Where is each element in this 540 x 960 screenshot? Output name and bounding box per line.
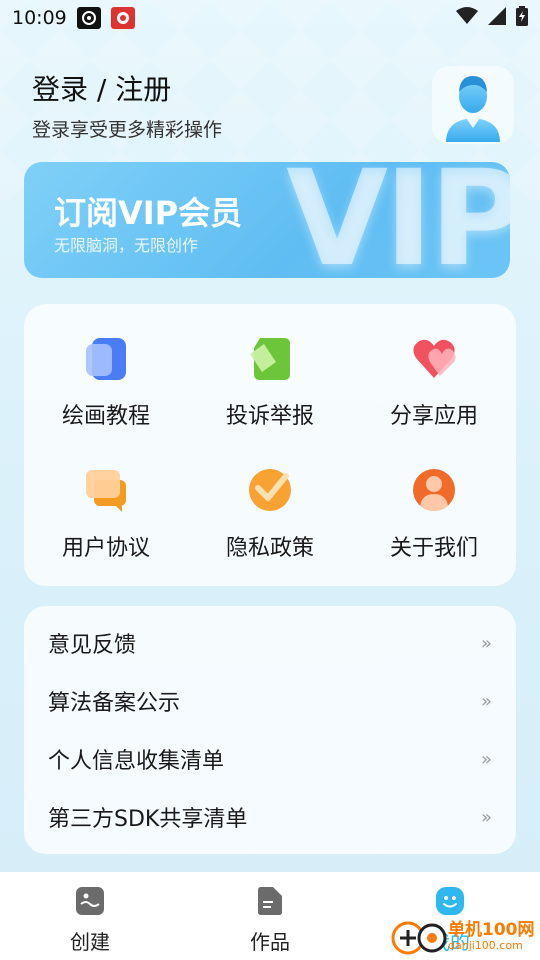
grid-item-label: 分享应用 [389, 404, 478, 429]
list-item-label: 第三方SDK共享清单 [48, 807, 248, 832]
list-item-third-party-sdk[interactable]: 第三方SDK共享清单 » [24, 788, 516, 846]
nav-label: 作品 [250, 930, 290, 954]
vip-decoration-text: VIP [286, 162, 510, 278]
notification-app-icon-2 [110, 7, 135, 29]
list-item-feedback[interactable]: 意见反馈 » [24, 614, 516, 672]
status-time: 10:09 [12, 7, 67, 29]
list-item-personal-info-list[interactable]: 个人信息收集清单 » [24, 730, 516, 788]
battery-icon [516, 6, 528, 30]
list-item-label: 意见反馈 [48, 633, 137, 658]
site-watermark: 单机100网 danji100.com [390, 912, 540, 960]
grid-item-user-agreement[interactable]: 用户协议 [24, 436, 188, 561]
grid-item-report[interactable]: 投诉举报 [188, 304, 352, 429]
chat-icon [82, 466, 130, 514]
heart-icon [410, 334, 458, 382]
avatar[interactable] [432, 66, 514, 144]
grid-item-privacy-policy[interactable]: 隐私政策 [188, 436, 352, 561]
status-bar: 10:09 [0, 0, 540, 36]
grid-item-label: 隐私政策 [225, 536, 314, 561]
grid-item-label: 关于我们 [389, 536, 478, 561]
watermark-url: danji100.com [448, 938, 523, 952]
watermark-logo-icon [391, 921, 447, 955]
chevron-right-icon: » [480, 690, 492, 712]
check-icon [246, 466, 294, 514]
chevron-right-icon: » [480, 806, 492, 828]
list-item-label: 个人信息收集清单 [48, 749, 225, 774]
flag-icon [246, 334, 294, 382]
feature-grid: 绘画教程 投诉举报 分享应用 用户协议 隐私政策 关于我们 [24, 304, 516, 586]
chevron-right-icon: » [480, 632, 492, 654]
login-subtitle: 登录享受更多精彩操作 [32, 119, 223, 141]
list-item-algorithm-filing[interactable]: 算法备案公示 » [24, 672, 516, 730]
vip-subscribe-banner[interactable]: VIP 订阅VIP会员 无限脑洞，无限创作 [24, 162, 510, 278]
wifi-icon [456, 7, 478, 29]
nav-tab-create[interactable]: 创建 [40, 886, 140, 955]
list-item-label: 算法备案公示 [48, 691, 181, 716]
signal-icon [488, 7, 506, 29]
chevron-right-icon: » [480, 748, 492, 770]
vip-banner-subtitle: 无限脑洞，无限创作 [54, 236, 199, 255]
grid-item-label: 投诉举报 [225, 404, 314, 429]
book-icon [82, 334, 130, 382]
settings-list: 意见反馈 » 算法备案公示 » 个人信息收集清单 » 第三方SDK共享清单 » [24, 606, 516, 854]
grid-item-share-app[interactable]: 分享应用 [352, 304, 516, 429]
notification-app-icon [76, 7, 101, 29]
person-icon [410, 466, 458, 514]
nav-label: 创建 [70, 930, 110, 954]
document-icon [258, 887, 282, 915]
user-avatar-icon [446, 76, 500, 142]
vip-banner-title: 订阅VIP会员 [54, 194, 243, 232]
grid-item-label: 绘画教程 [61, 404, 150, 429]
grid-item-label: 用户协议 [61, 536, 150, 561]
login-register-link[interactable]: 登录 / 注册 [32, 68, 171, 108]
grid-item-drawing-tutorial[interactable]: 绘画教程 [24, 304, 188, 429]
image-icon [76, 887, 104, 915]
grid-item-about-us[interactable]: 关于我们 [352, 436, 516, 561]
nav-tab-works[interactable]: 作品 [220, 886, 320, 955]
watermark-text: 单机100网 [448, 919, 535, 940]
